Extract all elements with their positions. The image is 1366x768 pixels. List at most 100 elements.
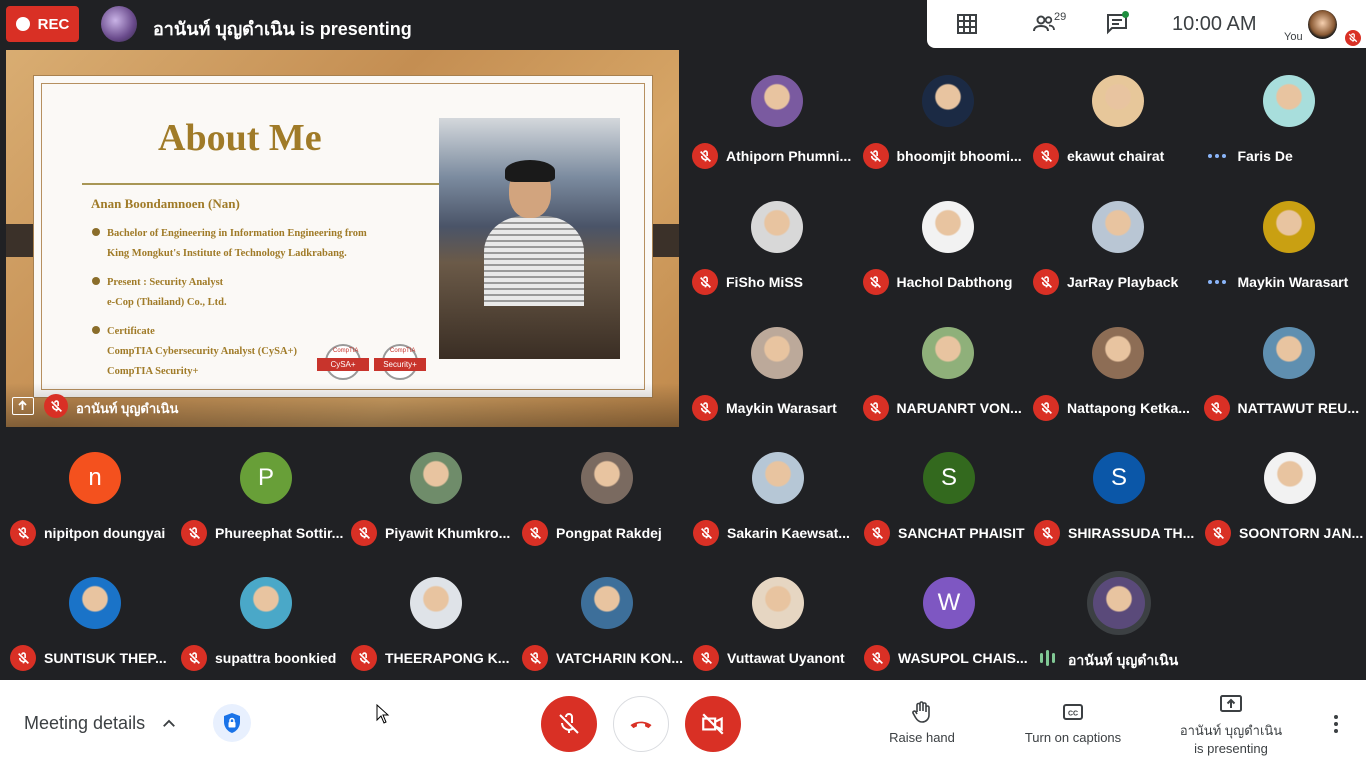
raise-hand-button[interactable]: Raise hand: [876, 700, 968, 745]
mic-off-icon: [864, 645, 890, 671]
participant-avatar: [1262, 327, 1315, 379]
mic-off-icon: [351, 520, 377, 546]
layout-grid-icon[interactable]: [955, 12, 979, 36]
participant-tile[interactable]: VATCHARIN KON...: [522, 552, 692, 677]
participant-tile[interactable]: SUNTISUK THEP...: [10, 552, 180, 677]
participant-tile[interactable]: NARUANRT VON...: [862, 302, 1033, 427]
participant-tile[interactable]: ekawut chairat: [1033, 50, 1203, 175]
chevron-up-icon[interactable]: [160, 715, 178, 733]
bullet-icon: [92, 228, 100, 236]
participant-avatar: [921, 75, 974, 127]
participant-name: อานันท์ บุญดำเนิน: [1068, 652, 1179, 668]
closed-captions-icon: CC: [1063, 704, 1083, 720]
participant-name: SOONTORN JAN...: [1239, 525, 1364, 541]
participant-tile[interactable]: JarRay Playback: [1033, 176, 1203, 301]
hang-up-icon: [630, 721, 652, 729]
participant-tile[interactable]: Maykin Warasart: [692, 302, 862, 427]
captions-button[interactable]: CC Turn on captions: [1014, 700, 1132, 745]
participant-tile[interactable]: NATTAWUT REU...: [1203, 302, 1366, 427]
participant-tile[interactable]: Vuttawat Uyanont: [693, 552, 863, 677]
participant-name: SANCHAT PHAISIT: [898, 525, 1025, 541]
participant-avatar: S: [923, 452, 975, 504]
presenting-label-line1: อานันท์ บุญดำเนิน: [1179, 723, 1283, 738]
svg-text:CC: CC: [1068, 711, 1078, 718]
participant-avatar: [1093, 577, 1145, 629]
participant-avatar: n: [69, 452, 121, 504]
participant-avatar: [69, 577, 121, 629]
more-options-button[interactable]: [1326, 710, 1346, 738]
leave-call-button[interactable]: [613, 696, 669, 752]
mic-off-icon: [1033, 143, 1059, 169]
mic-off-icon: [181, 645, 207, 671]
participant-tile[interactable]: Athiporn Phumni...: [692, 50, 862, 175]
participant-tile[interactable]: W WASUPOL CHAIS...: [864, 552, 1034, 677]
participant-tile[interactable]: FiSho MiSS: [692, 176, 862, 301]
participant-name: Maykin Warasart: [726, 400, 837, 416]
present-screen-icon: [1220, 695, 1242, 712]
participant-tile[interactable]: Piyawit Khumkro...: [351, 427, 521, 552]
mic-off-icon: [10, 520, 36, 546]
speaking-wave-icon: [1036, 649, 1058, 667]
mic-off-icon: [181, 520, 207, 546]
mic-off-icon: [692, 269, 718, 295]
participant-name: nipitpon doungyai: [44, 525, 166, 541]
presentation-tile[interactable]: About Me Anan Boondamnoen (Nan) Bachelor…: [6, 50, 679, 427]
participant-name: Nattapong Ketka...: [1067, 400, 1190, 416]
microphone-toggle-button[interactable]: [541, 696, 597, 752]
mic-off-icon: [862, 269, 889, 295]
mic-off-icon: [692, 143, 718, 169]
participant-name: Sakarin Kaewsat...: [727, 525, 850, 541]
participant-tile[interactable]: SOONTORN JAN...: [1205, 427, 1366, 552]
self-avatar[interactable]: [1308, 10, 1337, 39]
participant-avatar: S: [1093, 452, 1145, 504]
presenting-button[interactable]: อานันท์ บุญดำเนิน is presenting: [1170, 694, 1292, 758]
participant-tile[interactable]: THEERAPONG K...: [351, 552, 521, 677]
participant-name: Hachol Dabthong: [896, 274, 1013, 290]
participant-avatar: [752, 577, 804, 629]
participant-tile[interactable]: Nattapong Ketka...: [1033, 302, 1203, 427]
participant-tile[interactable]: S SANCHAT PHAISIT: [864, 427, 1034, 552]
top-right-panel: 29 10:00 AM You: [927, 0, 1366, 48]
participant-avatar: [1262, 201, 1315, 253]
participant-name: bhoomjit bhoomi...: [896, 148, 1022, 164]
slide-bullet-text: Certificate CompTIA Cybersecurity Analys…: [107, 326, 298, 377]
participant-tile[interactable]: P Phureephat Sottir...: [181, 427, 351, 552]
participant-tile[interactable]: Pongpat Rakdej: [522, 427, 692, 552]
cysa-badge: CompTIA CySA+: [317, 344, 369, 388]
participant-tile[interactable]: Sakarin Kaewsat...: [693, 427, 863, 552]
mic-off-icon: [693, 520, 719, 546]
host-controls-button[interactable]: [213, 704, 251, 742]
mic-off-icon: [522, 645, 548, 671]
participant-tile[interactable]: supattra boonkied: [181, 552, 351, 677]
participant-tile[interactable]: bhoomjit bhoomi...: [862, 50, 1033, 175]
mic-off-icon: [559, 713, 579, 734]
participant-tile[interactable]: Faris De: [1204, 50, 1366, 175]
participant-tile[interactable]: S SHIRASSUDA TH...: [1034, 427, 1204, 552]
slide-title: About Me: [158, 117, 322, 159]
participant-avatar: [410, 577, 462, 629]
you-label: You: [1284, 31, 1303, 43]
slide-bullet-text: Present : Security Analyst e-Cop (Thaila…: [107, 277, 227, 308]
camera-toggle-button[interactable]: [685, 696, 741, 752]
participant-tile[interactable]: Hachol Dabthong: [862, 176, 1033, 301]
mic-off-icon: [1033, 269, 1059, 295]
participant-avatar: [581, 452, 633, 504]
participant-name: Athiporn Phumni...: [726, 148, 852, 164]
participant-avatar: P: [240, 452, 292, 504]
participant-name: Piyawit Khumkro...: [385, 525, 511, 541]
bottom-toolbar: Meeting details Raise hand CC Turn on ca…: [0, 680, 1366, 768]
participant-tile[interactable]: n nipitpon doungyai: [10, 427, 180, 552]
raise-hand-label: Raise hand: [889, 730, 955, 745]
mouse-cursor-icon: [376, 704, 390, 724]
participant-tile[interactable]: อานันท์ บุญดำเนิน: [1034, 552, 1204, 677]
mic-off-icon: [1033, 395, 1059, 421]
meeting-details-button[interactable]: Meeting details: [24, 713, 145, 734]
mic-off-icon: [862, 143, 889, 169]
participant-name: supattra boonkied: [215, 650, 337, 666]
participant-tile[interactable]: Maykin Warasart: [1204, 176, 1366, 301]
people-icon[interactable]: [1032, 12, 1056, 36]
mic-off-icon: [864, 520, 890, 546]
audio-dots-icon: [1204, 269, 1230, 295]
clock: 10:00 AM: [1172, 13, 1257, 35]
captions-label: Turn on captions: [1024, 730, 1122, 745]
